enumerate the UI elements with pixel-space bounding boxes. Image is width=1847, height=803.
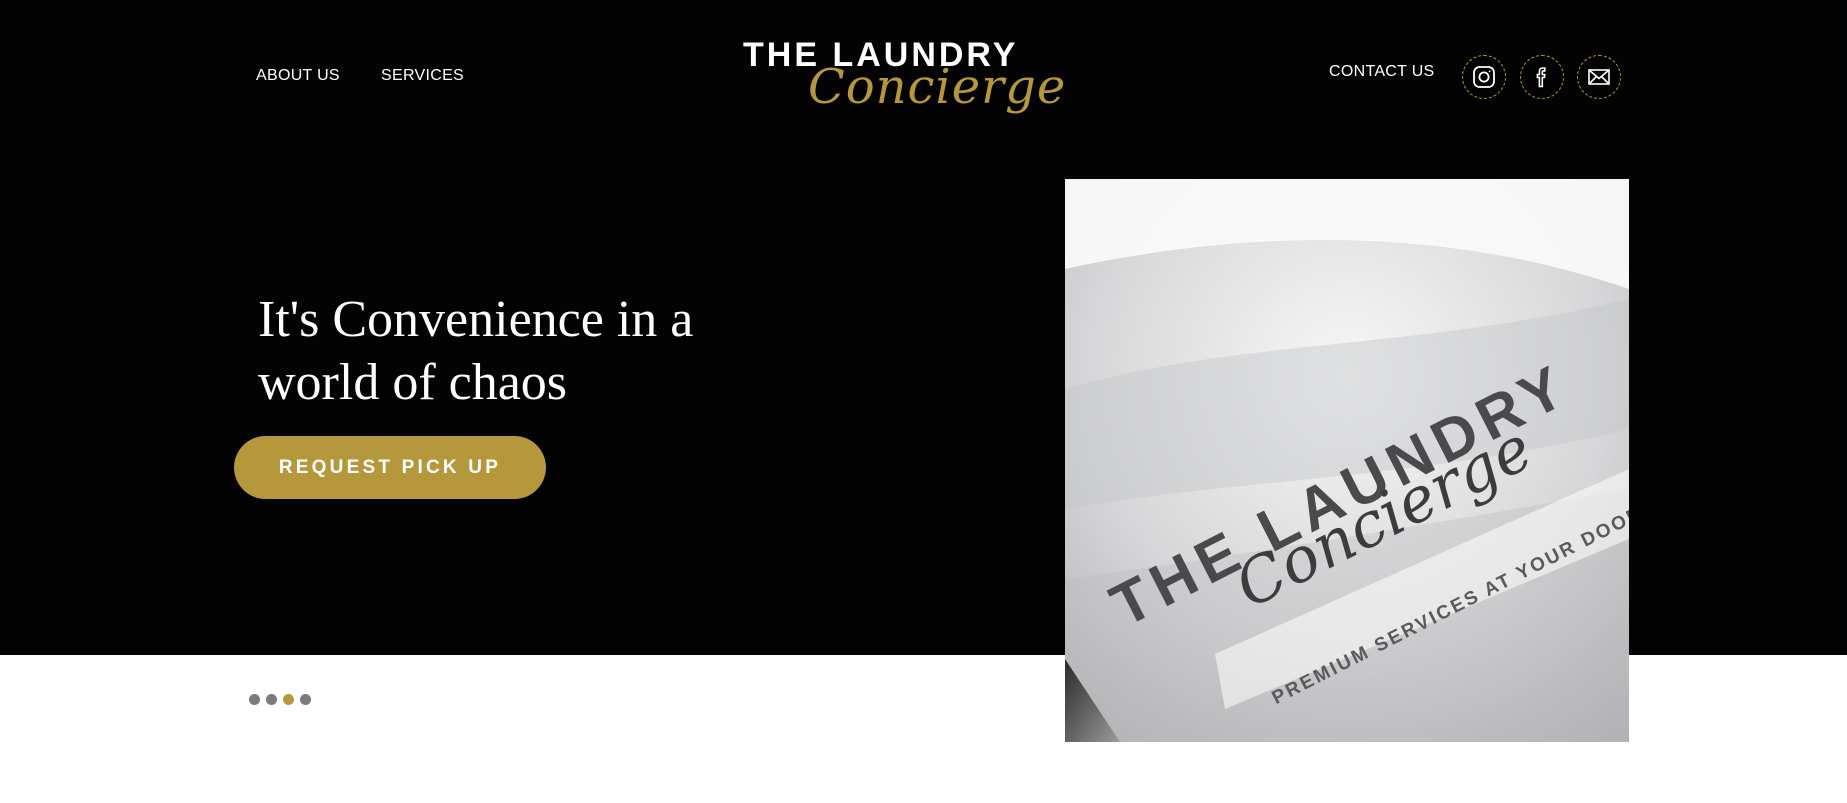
hero-image: THE LAUNDRY Concierge PREMIUM SERVICES A… [1065,179,1629,742]
mail-icon [1588,69,1610,85]
nav-contact-us[interactable]: CONTACT US [1329,63,1435,81]
hero-headline: It's Convenience in a world of chaos [258,291,694,411]
slider-dot[interactable] [266,694,277,705]
request-pickup-button[interactable]: REQUEST PICK UP [234,436,546,499]
instagram-icon [1473,66,1495,88]
slider-dots [249,694,311,705]
nav-services[interactable]: SERVICES [381,67,464,85]
nav-about-us[interactable]: ABOUT US [256,67,340,85]
slider-dot[interactable] [249,694,260,705]
slider-dot[interactable] [300,694,311,705]
facebook-link[interactable] [1520,55,1564,99]
facebook-icon [1536,67,1546,88]
instagram-link[interactable] [1462,55,1506,99]
slider-dot-active[interactable] [283,694,294,705]
email-link[interactable] [1577,55,1621,99]
logo-script: Concierge [808,59,1067,115]
logo[interactable]: THE LAUNDRY Concierge [740,30,1065,134]
